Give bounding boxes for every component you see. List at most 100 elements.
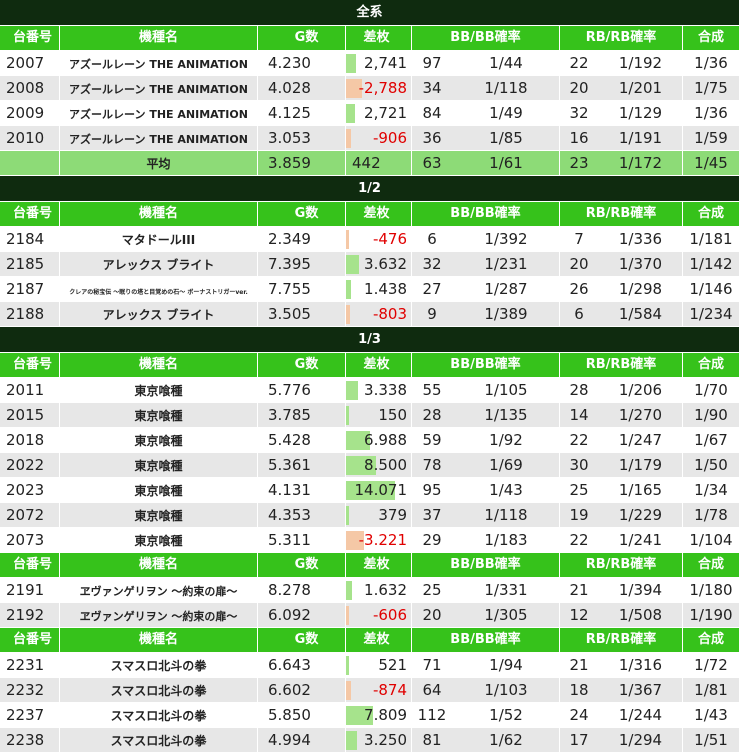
bb-stats-prob: 1/49: [489, 104, 523, 122]
machine-name: 東京喰種: [60, 378, 258, 402]
table-row: 2188 アレックス ブライト 3.505 -803 9 1/389 6 1/584 1/234: [0, 302, 739, 327]
header-games: G数: [258, 628, 346, 652]
bb-stats-count: 95: [422, 481, 442, 499]
difference: -906: [346, 126, 412, 150]
header-rb-rate: RB/RB確率: [560, 353, 683, 377]
bb-stats: 97 1/44: [412, 51, 560, 75]
machine-number: 2184: [0, 227, 60, 251]
machine-number: 2018: [0, 428, 60, 452]
bb-stats-prob: 1/85: [489, 129, 523, 147]
machine-name: スマスロ北斗の拳: [60, 728, 258, 752]
difference-value: -476: [372, 230, 407, 248]
rb-stats-count: 20: [569, 255, 589, 273]
difference-value: 379: [378, 506, 407, 524]
table-row: 2191 ヱヴァンゲリヲン ～約束の扉～ 8.278 1.632 25 1/331 21 1/…: [0, 578, 739, 603]
combined-prob: 1/36: [694, 54, 728, 72]
section-title: 1/3: [0, 327, 739, 353]
bb-stats: 28 1/135: [412, 403, 560, 427]
combined-prob: 1/78: [694, 506, 728, 524]
header-machine-number: 台番号: [0, 553, 60, 577]
rb-stats-count: 7: [574, 230, 584, 248]
combined-prob: 1/36: [694, 104, 728, 122]
machine-number: 2011: [0, 378, 60, 402]
rb-stats: 25 1/165: [560, 478, 683, 502]
header-games: G数: [258, 353, 346, 377]
difference-value: -2,788: [358, 79, 407, 97]
games-count: 4.994: [258, 728, 346, 752]
rb-stats-prob: 1/370: [618, 255, 663, 273]
positive-diff-bar: [346, 54, 356, 73]
difference: 521: [346, 653, 412, 677]
rb-stats-count: 32: [569, 104, 589, 122]
machine-name: 東京喰種: [60, 478, 258, 502]
rb-stats-count: 28: [569, 381, 589, 399]
rb-stats: 28 1/206: [560, 378, 683, 402]
header-machine-name: 機種名: [60, 553, 258, 577]
bb-stats-count: 25: [422, 581, 442, 599]
games-count: 4.230: [258, 51, 346, 75]
rb-stats-prob: 1/270: [618, 406, 663, 424]
header-rb-rate: RB/RB確率: [560, 553, 683, 577]
table-row: 2232 スマスロ北斗の拳 6.602 -874 64 1/103 18 1/367 1/81: [0, 678, 739, 703]
rb-stats: 22 1/192: [560, 51, 683, 75]
games-count: 6.092: [258, 603, 346, 627]
positive-diff-bar: [346, 506, 349, 525]
machine-number: 2188: [0, 302, 60, 326]
rb-stats: 21 1/316: [560, 653, 683, 677]
rb-stats-prob: 1/298: [618, 280, 663, 298]
games-count: 7.395: [258, 252, 346, 276]
bb-stats-prob: 1/94: [489, 656, 523, 674]
games-count: 5.776: [258, 378, 346, 402]
machine-name-text: 東京喰種: [134, 484, 183, 498]
bb-stats-count: 20: [422, 606, 442, 624]
header-games: G数: [258, 553, 346, 577]
rb-stats-prob: 1/316: [618, 656, 663, 674]
rb-stats-prob: 1/584: [618, 305, 663, 323]
difference: -874: [346, 678, 412, 702]
bb-stats-prob: 1/389: [484, 305, 528, 323]
average-spacer: [0, 151, 60, 175]
table-row: 2231 スマスロ北斗の拳 6.643 521 71 1/94 21 1/316 1/72: [0, 653, 739, 678]
difference-value: 1.632: [364, 581, 407, 599]
header-bb-rate: BB/BB確率: [412, 553, 560, 577]
machine-name-text: 東京喰種: [134, 534, 183, 548]
difference: 150: [346, 403, 412, 427]
rb-stats-count: 22: [569, 54, 589, 72]
bb-stats-count: 71: [422, 656, 442, 674]
rb-stats-prob: 1/247: [618, 431, 663, 449]
rb-stats-count: 6: [574, 305, 584, 323]
rb-stats: 19 1/229: [560, 503, 683, 527]
rb-stats-prob: 1/229: [618, 506, 663, 524]
average-games: 3.859: [258, 151, 346, 175]
column-header-row: 台番号 機種名 G数 差枚 BB/BB確率 RB/RB確率 合成: [0, 628, 739, 653]
header-combined: 合成: [697, 206, 724, 221]
combined-prob: 1/43: [694, 706, 728, 724]
difference: 2,741: [346, 51, 412, 75]
games-count: 8.278: [258, 578, 346, 602]
games-count: 6.643: [258, 653, 346, 677]
table-row: 2192 ヱヴァンゲリヲン ～約束の扉～ 6.092 -606 20 1/305 12 1/5…: [0, 603, 739, 628]
rb-stats-count: 16: [569, 129, 589, 147]
column-header-row: 台番号 機種名 G数 差枚 BB/BB確率 RB/RB確率 合成: [0, 553, 739, 578]
rb-stats: 22 1/247: [560, 428, 683, 452]
bb-stats-count: 29: [422, 531, 442, 549]
header-difference: 差枚: [346, 353, 412, 377]
machine-name: 東京喰種: [60, 528, 258, 552]
rb-stats: 22 1/241: [560, 528, 683, 552]
machine-name-text: スマスロ北斗の拳: [110, 734, 207, 748]
bb-stats: 81 1/62: [412, 728, 560, 752]
rb-stats: 20 1/370: [560, 252, 683, 276]
positive-diff-bar: [346, 581, 352, 600]
bb-stats-prob: 1/392: [484, 230, 528, 248]
games-count: 2.349: [258, 227, 346, 251]
rb-stats-count: 22: [569, 431, 589, 449]
games-count: 5.361: [258, 453, 346, 477]
header-machine-number: 台番号: [0, 353, 60, 377]
rb-stats: 7 1/336: [560, 227, 683, 251]
combined-prob: 1/104: [689, 531, 733, 549]
negative-diff-bar: [346, 129, 351, 148]
positive-diff-bar: [346, 280, 351, 299]
rb-stats-prob: 1/179: [618, 456, 663, 474]
combined-prob: 1/190: [689, 606, 733, 624]
rb-stats: 30 1/179: [560, 453, 683, 477]
